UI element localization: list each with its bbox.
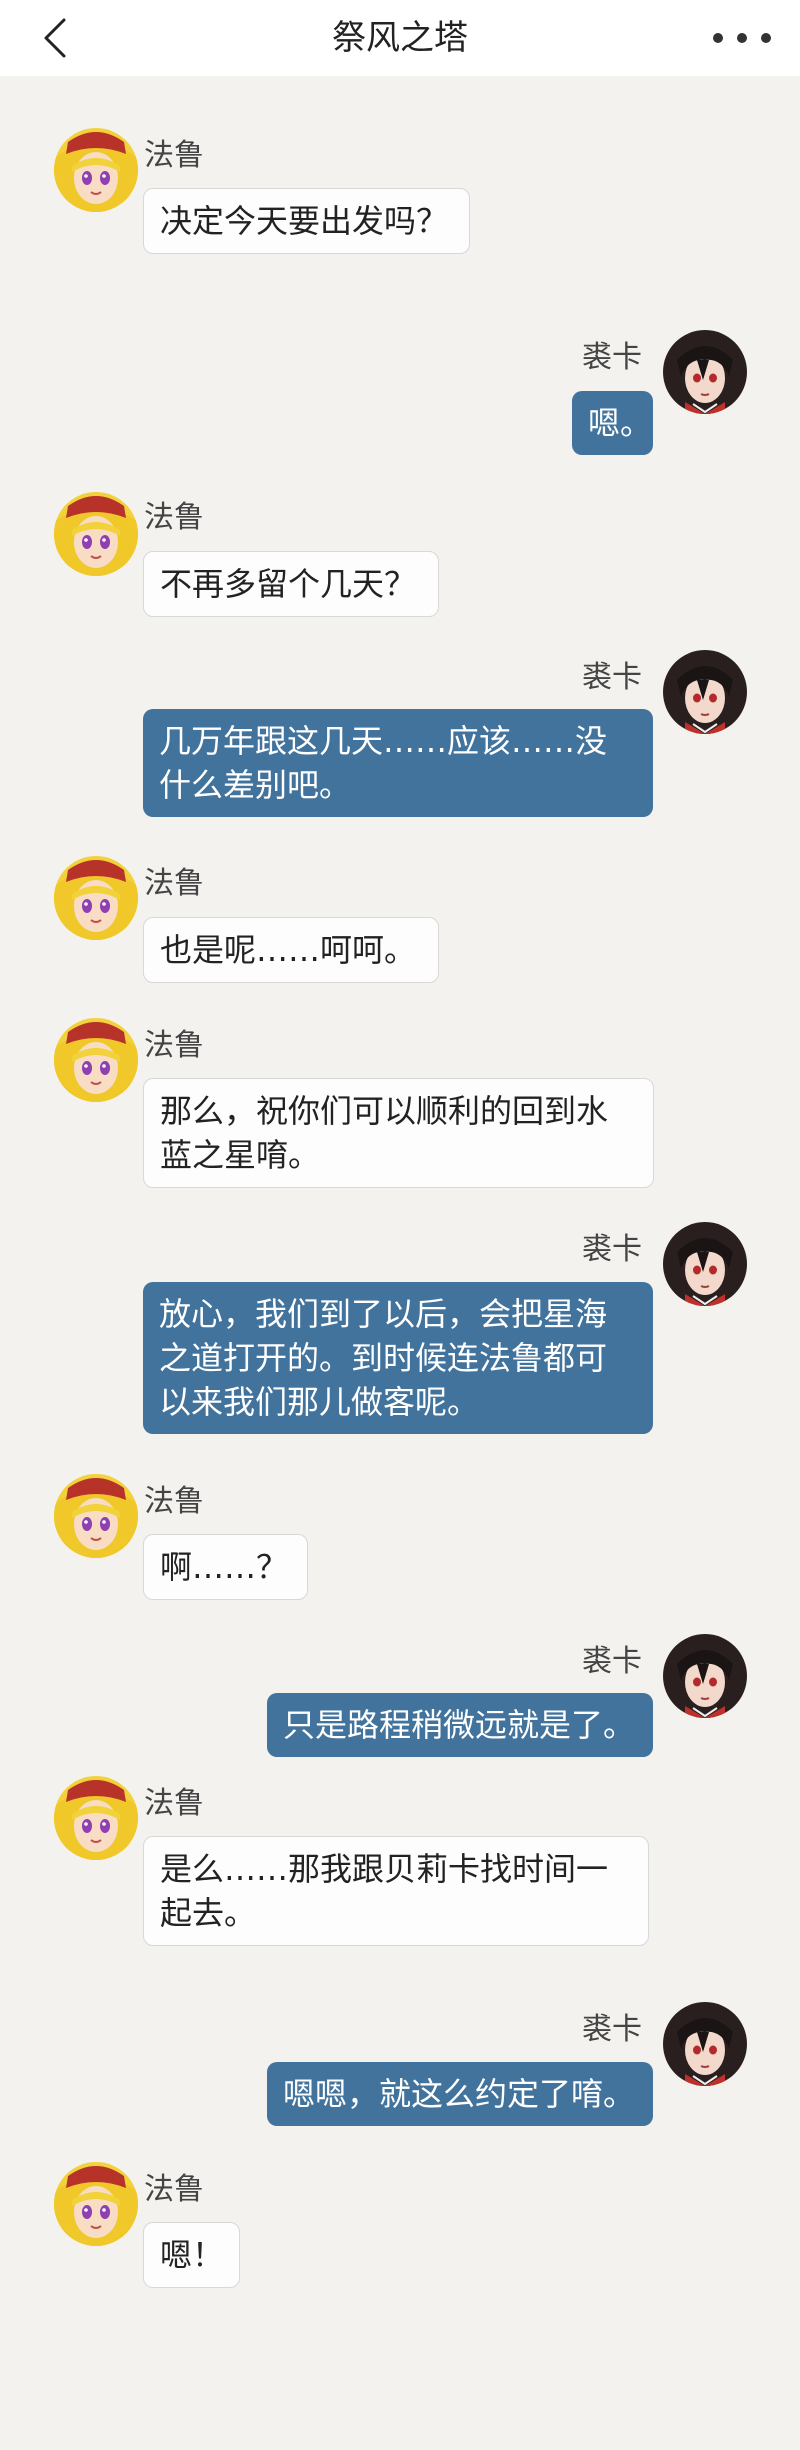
message-bubble: 决定今天要出发吗？	[143, 188, 470, 254]
avatar-qiuka[interactable]	[663, 650, 747, 734]
sender-name: 裘卡	[582, 1644, 642, 1679]
message-bubble: 是么……那我跟贝莉卡找时间一起去。	[143, 1836, 649, 1946]
avatar-qiuka[interactable]	[663, 330, 747, 414]
message-bubble: 那么，祝你们可以顺利的回到水蓝之星唷。	[143, 1078, 654, 1188]
message-bubble: 嗯！	[143, 2222, 240, 2288]
message-bubble: 不再多留个几天？	[143, 551, 439, 617]
top-bar: 祭风之塔	[0, 0, 800, 76]
avatar-faru[interactable]	[54, 492, 138, 576]
more-dots-icon[interactable]	[710, 22, 774, 54]
avatar-faru[interactable]	[54, 856, 138, 940]
sender-name: 裘卡	[582, 660, 642, 695]
sender-name: 法鲁	[144, 1484, 204, 1519]
sender-name: 法鲁	[144, 138, 204, 173]
sender-name: 裘卡	[582, 1232, 642, 1267]
avatar-qiuka[interactable]	[663, 1634, 747, 1718]
message-bubble: 放心，我们到了以后，会把星海之道打开的。到时候连法鲁都可以来我们那儿做客呢。	[143, 1282, 653, 1434]
sender-name: 裘卡	[582, 340, 642, 375]
avatar-faru[interactable]	[54, 128, 138, 212]
sender-name: 裘卡	[582, 2012, 642, 2047]
avatar-faru[interactable]	[54, 1018, 138, 1102]
avatar-faru[interactable]	[54, 1474, 138, 1558]
sender-name: 法鲁	[144, 1786, 204, 1821]
message-bubble: 几万年跟这几天……应该……没什么差别吧。	[143, 709, 653, 817]
sender-name: 法鲁	[144, 500, 204, 535]
message-bubble: 嗯嗯，就这么约定了唷。	[267, 2062, 653, 2126]
message-bubble: 也是呢……呵呵。	[143, 917, 439, 983]
message-bubble: 只是路程稍微远就是了。	[267, 1693, 653, 1757]
sender-name: 法鲁	[144, 2172, 204, 2207]
message-bubble: 啊……？	[143, 1534, 308, 1600]
sender-name: 法鲁	[144, 1028, 204, 1063]
message-bubble: 嗯。	[572, 391, 653, 455]
avatar-qiuka[interactable]	[663, 2002, 747, 2086]
avatar-faru[interactable]	[54, 2162, 138, 2246]
avatar-faru[interactable]	[54, 1776, 138, 1860]
page-title: 祭风之塔	[332, 18, 468, 58]
sender-name: 法鲁	[144, 866, 204, 901]
avatar-qiuka[interactable]	[663, 1222, 747, 1306]
